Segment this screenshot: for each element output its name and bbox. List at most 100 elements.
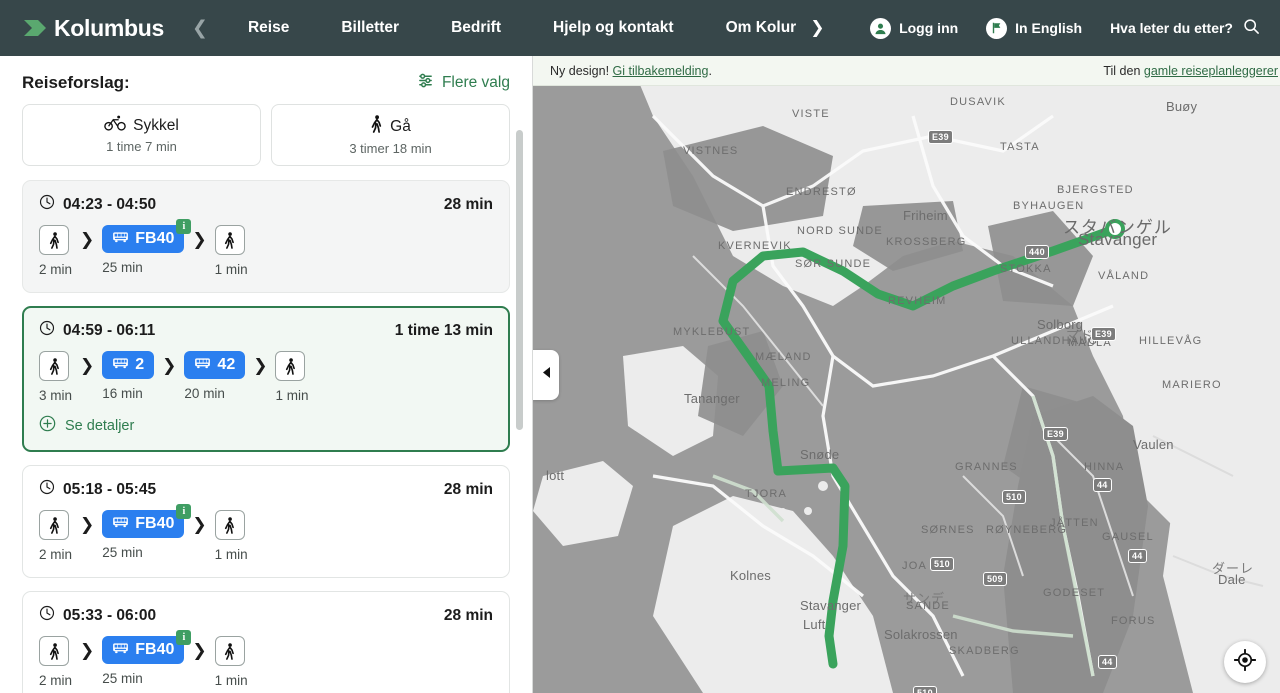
bicycle-icon (104, 115, 126, 136)
chevron-right-icon: ❯ (80, 641, 95, 661)
nav-forward-arrow-icon[interactable]: ❯ (806, 18, 832, 38)
walk-icon (214, 636, 245, 666)
banner-right: Til den gamle reiseplanleggerer (1103, 64, 1278, 78)
old-planner-link[interactable]: gamle reiseplanleggerer (1144, 64, 1278, 78)
bus-line-number: FB40 (135, 230, 175, 247)
nav-back-arrow-icon[interactable]: ❮ (178, 17, 222, 39)
bus-line-badge[interactable]: FB40 (102, 225, 185, 253)
nav-links: Reise Billetter Bedrift Hjelp og kontakt… (222, 18, 858, 38)
locate-me-button[interactable] (1224, 641, 1266, 683)
leg-duration: 16 min (102, 386, 143, 401)
road-shield: 440 (1025, 245, 1049, 259)
clock-icon (39, 479, 55, 500)
login-button[interactable]: Logg inn (858, 17, 970, 39)
bus-icon (112, 356, 129, 374)
journey-results-sidebar: Reiseforslag: Flere valg Sykkel 1 time 7… (0, 56, 533, 693)
journey-legs: 2 min ❯ FB40 i 25 min ❯ 1 min (39, 219, 493, 277)
road-shield: 509 (983, 572, 1007, 586)
leg-walk: 3 min (39, 351, 72, 403)
feedback-link[interactable]: Gi tilbakemelding (613, 64, 709, 78)
main-split: Reiseforslag: Flere valg Sykkel 1 time 7… (0, 56, 1280, 693)
search-button[interactable]: Hva leter du etter? (1098, 18, 1266, 38)
leg-walk: 1 min (214, 636, 248, 688)
flag-icon (986, 17, 1008, 39)
journey-time-range: 05:18 - 05:45 (63, 480, 157, 498)
journey-card[interactable]: 05:33 - 06:00 28 min 2 min ❯ FB40 i 25 m… (22, 591, 510, 693)
alt-mode-cards: Sykkel 1 time 7 min Gå 3 timer 18 min (22, 104, 510, 166)
journey-legs: 3 min ❯ 2 16 min ❯ 42 20 min ❯ 1 min (39, 351, 493, 403)
collapse-sidebar-button[interactable] (533, 349, 559, 400)
bus-icon (112, 230, 129, 248)
walk-icon (39, 510, 69, 540)
journey-time-range: 04:59 - 06:11 (63, 321, 156, 339)
journey-card[interactable]: 04:23 - 04:50 28 min 2 min ❯ FB40 i 25 m… (22, 180, 510, 293)
nav-item-om-kolur[interactable]: Om Kolur (700, 19, 807, 37)
bus-line-badge[interactable]: FB40 (102, 636, 185, 664)
language-label: In English (1015, 20, 1083, 36)
leg-duration: 2 min (39, 673, 73, 688)
see-details-label: Se detaljer (65, 417, 135, 434)
leg-walk: 2 min (39, 225, 72, 277)
nav-utilities: Logg inn In English Hva leter du etter? (858, 17, 1266, 39)
triangle-left-icon (541, 366, 552, 384)
brand-name: Kolumbus (54, 14, 165, 41)
bus-line-number: FB40 (135, 515, 175, 532)
chevron-right-icon: ❯ (253, 356, 268, 376)
road-shield: 510 (1002, 490, 1026, 504)
mode-card-sykkel[interactable]: Sykkel 1 time 7 min (22, 104, 261, 166)
info-badge-icon[interactable]: i (176, 504, 192, 519)
leg-bus: FB40 i 25 min (102, 219, 192, 275)
map-panel[interactable]: VISTE DUSAVIK VISTNES TASTA BJERGSTED ENDREST… (533, 56, 1280, 693)
nav-item-bedrift[interactable]: Bedrift (425, 19, 527, 37)
language-switcher[interactable]: In English (974, 17, 1094, 39)
bus-icon (194, 356, 211, 374)
info-badge-icon[interactable]: i (176, 630, 192, 645)
walk-icon (39, 351, 69, 381)
leg-duration: 1 min (214, 547, 248, 562)
map-canvas (533, 56, 1280, 693)
login-label: Logg inn (899, 20, 959, 36)
mode-label-sykkel: Sykkel (133, 116, 179, 134)
road-shield: E39 (928, 130, 953, 144)
crosshair-icon (1233, 648, 1257, 676)
walk-icon (39, 225, 69, 255)
clock-icon (39, 320, 55, 341)
mode-card-ga[interactable]: Gå 3 timer 18 min (271, 104, 510, 166)
leg-duration: 1 min (214, 262, 248, 277)
chevron-right-icon: ❯ (80, 515, 95, 535)
bus-line-badge[interactable]: 2 (102, 351, 155, 379)
road-shield: E39 (1091, 327, 1116, 341)
more-options-button[interactable]: Flere valg (417, 72, 510, 94)
info-badge-icon[interactable]: i (176, 219, 192, 234)
walk-icon (214, 510, 245, 540)
journey-duration: 28 min (443, 480, 493, 498)
mode-duration-ga: 3 timer 18 min (349, 141, 432, 156)
see-details-button[interactable]: Se detaljer (39, 415, 493, 436)
leg-walk: 2 min (39, 636, 72, 688)
walk-icon (275, 351, 306, 381)
bus-line-number: 2 (135, 356, 145, 373)
bus-line-badge[interactable]: FB40 (102, 510, 185, 538)
search-label: Hva leter du etter? (1110, 20, 1233, 36)
chevron-right-icon: ❯ (162, 356, 177, 376)
top-navigation-bar: Kolumbus ❮ Reise Billetter Bedrift Hjelp… (0, 0, 1280, 56)
nav-item-billetter[interactable]: Billetter (315, 19, 425, 37)
road-shield: E39 (1043, 427, 1068, 441)
leg-duration: 20 min (184, 386, 225, 401)
mode-duration-sykkel: 1 time 7 min (106, 139, 177, 154)
nav-item-hjelp-og-kontakt[interactable]: Hjelp og kontakt (527, 19, 700, 37)
walk-icon (39, 636, 69, 666)
banner-suffix: . (708, 63, 712, 78)
journey-card-selected[interactable]: 04:59 - 06:11 1 time 13 min 3 min ❯ 2 16… (22, 306, 510, 452)
bus-icon (112, 641, 129, 659)
mode-label-ga: Gå (390, 117, 411, 135)
road-shield: 44 (1093, 478, 1112, 492)
journey-card[interactable]: 05:18 - 05:45 28 min 2 min ❯ FB40 i 25 m… (22, 465, 510, 578)
journey-legs: 2 min ❯ FB40 i 25 min ❯ 1 min (39, 504, 493, 562)
walk-icon (370, 115, 383, 138)
sidebar-scrollbar-thumb[interactable] (516, 130, 523, 430)
banner-right-prefix: Til den (1103, 63, 1141, 78)
brand-logo[interactable]: Kolumbus (22, 15, 164, 42)
bus-line-badge[interactable]: 42 (184, 351, 246, 379)
nav-item-reise[interactable]: Reise (222, 19, 315, 37)
